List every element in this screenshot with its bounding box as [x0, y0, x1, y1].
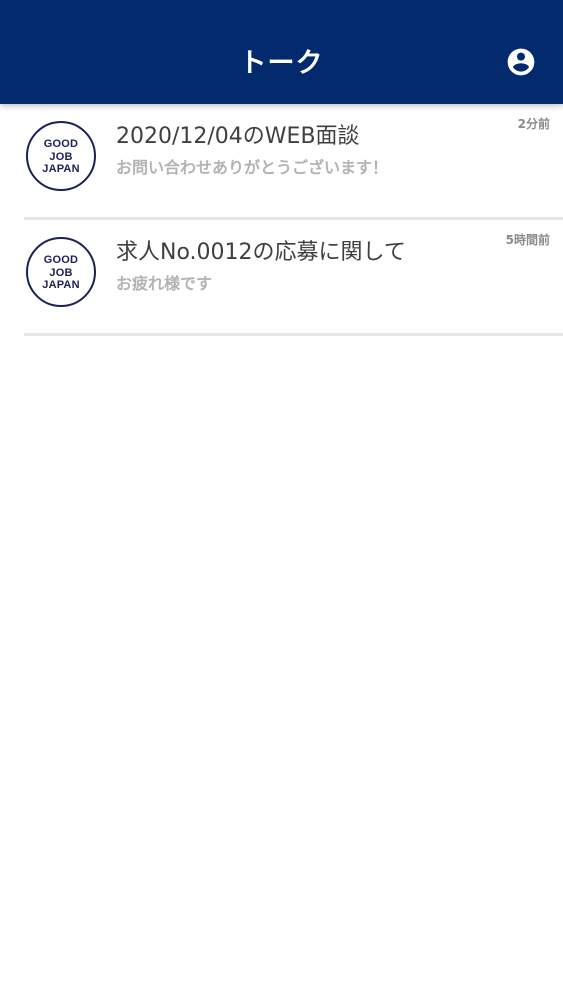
company-logo-avatar: GOOD JOB JAPAN — [26, 121, 96, 191]
logo-text: GOOD JOB JAPAN — [28, 254, 94, 292]
logo-line: GOOD — [43, 254, 79, 266]
logo-line: JOB — [49, 266, 73, 279]
talk-list-item[interactable]: GOOD JOB JAPAN 2020/12/04のWEB面談 お問い合わせあり… — [0, 104, 563, 220]
logo-line: JAPAN — [42, 163, 80, 175]
talk-title: 2020/12/04のWEB面談 — [116, 124, 360, 149]
talk-list: GOOD JOB JAPAN 2020/12/04のWEB面談 お問い合わせあり… — [0, 104, 563, 336]
talk-timestamp: 2分前 — [517, 117, 550, 131]
page-title: トーク — [239, 48, 324, 79]
app-header: トーク — [0, 0, 563, 104]
list-divider — [24, 333, 563, 336]
account-button[interactable] — [505, 46, 537, 78]
talk-screen: トーク GOOD JOB JAPAN 2020/12/04のWEB面談 お問い合… — [0, 0, 563, 1000]
logo-line: JOB — [49, 150, 73, 163]
company-logo-avatar: GOOD JOB JAPAN — [26, 237, 96, 307]
account-circle-icon — [507, 48, 535, 76]
talk-title: 求人No.0012の応募に関して — [116, 240, 406, 265]
logo-text: GOOD JOB JAPAN — [28, 138, 94, 176]
talk-preview: お疲れ様です — [116, 274, 213, 293]
logo-line: JAPAN — [42, 279, 80, 291]
talk-preview: お問い合わせありがとうございます！ — [116, 158, 389, 177]
talk-list-item[interactable]: GOOD JOB JAPAN 求人No.0012の応募に関して お疲れ様です 5… — [0, 220, 563, 336]
logo-line: GOOD — [43, 138, 79, 150]
talk-timestamp: 5時間前 — [505, 233, 550, 247]
